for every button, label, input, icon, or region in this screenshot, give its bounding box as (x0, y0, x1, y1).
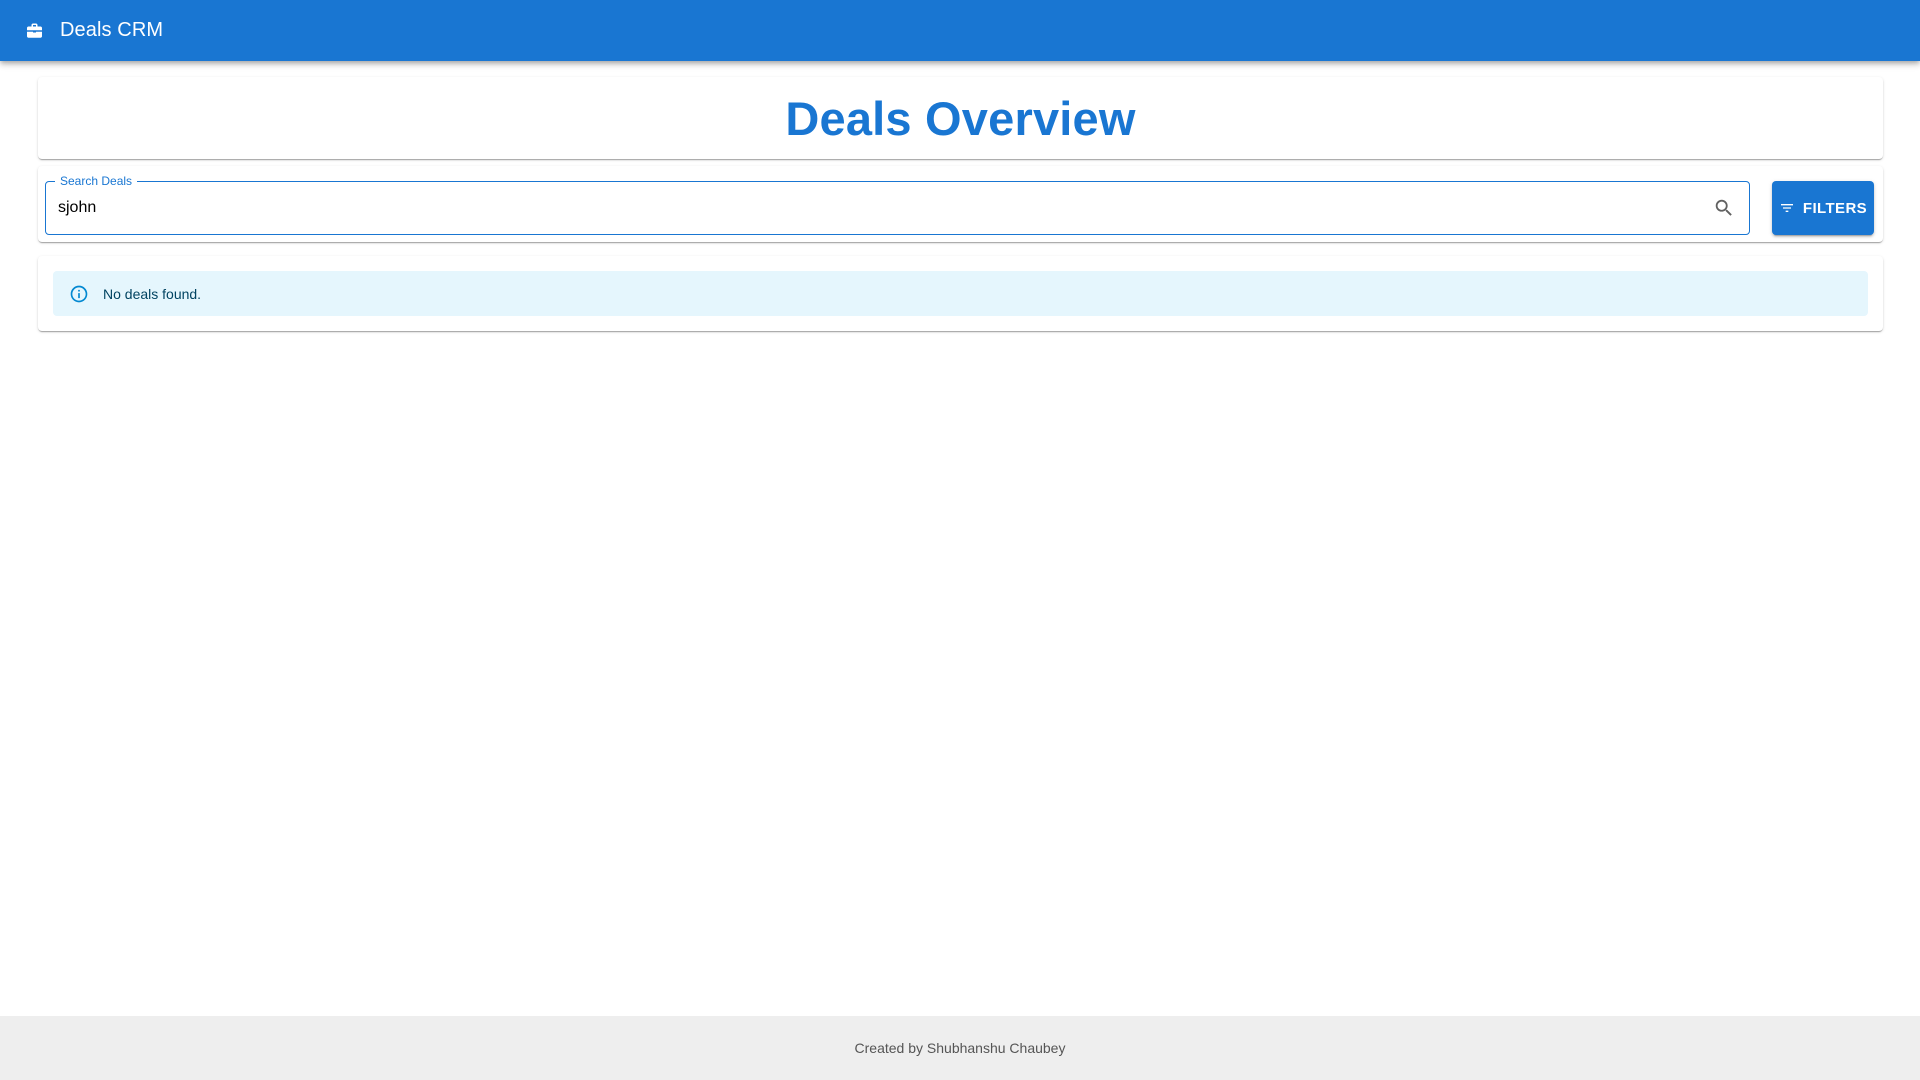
info-icon (69, 284, 89, 304)
filters-button-label: FILTERS (1802, 199, 1868, 217)
results-card: No deals found. (38, 256, 1883, 331)
filters-button[interactable]: FILTERS (1772, 181, 1874, 235)
search-icon[interactable] (1711, 195, 1737, 221)
search-input[interactable] (58, 194, 1678, 222)
briefcase-icon (24, 20, 45, 41)
app-title: Deals CRM (60, 19, 164, 41)
title-card: Deals Overview (38, 77, 1883, 159)
footer-credit: Created by Shubhanshu Chaubey (854, 1040, 1066, 1056)
no-results-message: No deals found. (103, 285, 202, 302)
no-results-alert: No deals found. (53, 271, 1868, 316)
search-card: Search Deals FILTERS (38, 166, 1883, 242)
search-field[interactable]: Search Deals (45, 174, 1750, 235)
filter-list-icon (1779, 200, 1795, 216)
footer: Created by Shubhanshu Chaubey (0, 1016, 1920, 1080)
page-title: Deals Overview (785, 91, 1136, 145)
search-label: Search Deals (55, 174, 138, 188)
app-bar: Deals CRM (0, 0, 1920, 61)
